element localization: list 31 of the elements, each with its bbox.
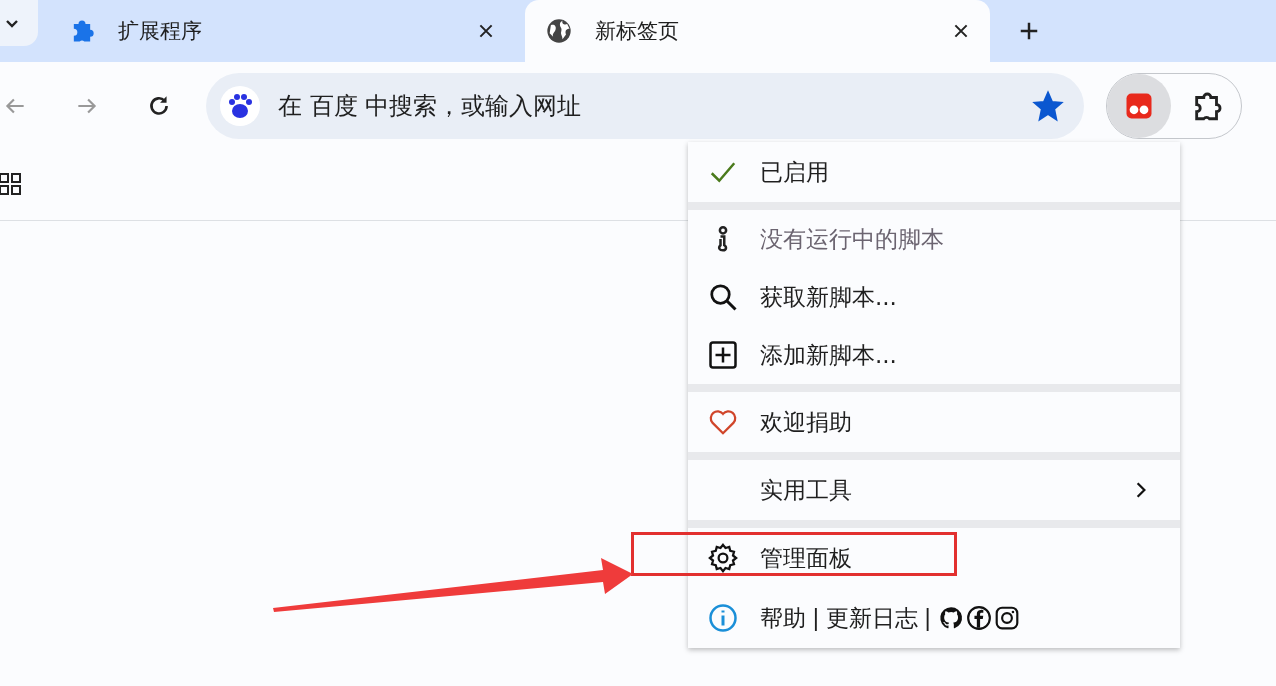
settings-icon <box>708 543 738 573</box>
bookmark-star-icon[interactable] <box>1032 90 1064 122</box>
info-icon <box>708 603 738 633</box>
address-field[interactable]: 在 百度 中搜索，或输入网址 <box>276 91 1016 121</box>
browser-tab[interactable]: 新标签页 <box>525 0 990 62</box>
menu-item[interactable]: 添加新脚本... <box>688 326 1180 384</box>
menu-item[interactable]: 欢迎捐助 <box>688 392 1180 452</box>
globe-icon <box>545 17 573 45</box>
menu-item[interactable]: 管理面板 <box>688 528 1180 588</box>
menu-item[interactable]: 获取新脚本... <box>688 268 1180 326</box>
search-icon <box>708 282 738 312</box>
menu-link[interactable]: 帮助 <box>760 602 806 634</box>
close-icon[interactable] <box>477 22 495 40</box>
heart-icon <box>708 407 738 437</box>
menu-link[interactable]: 更新日志 <box>825 602 918 634</box>
instagram-icon[interactable] <box>993 605 1020 631</box>
browser-tab[interactable]: 扩展程序 <box>38 0 525 62</box>
paw-icon <box>220 86 260 126</box>
extension-icon <box>1124 91 1154 121</box>
extension-button[interactable] <box>1107 74 1171 138</box>
menu-item[interactable]: 已启用 <box>688 142 1180 202</box>
separator: | <box>923 605 932 631</box>
apps-icon[interactable] <box>0 173 23 197</box>
menu-item[interactable]: 实用工具 <box>688 460 1180 520</box>
facebook-icon[interactable] <box>965 605 992 631</box>
address-bar[interactable]: 在 百度 中搜索，或输入网址 <box>206 73 1084 139</box>
separator: | <box>812 605 820 631</box>
close-icon[interactable] <box>952 22 970 40</box>
github-icon[interactable] <box>937 605 964 631</box>
add-icon <box>708 340 738 370</box>
new-tab-icon[interactable] <box>1018 20 1040 42</box>
